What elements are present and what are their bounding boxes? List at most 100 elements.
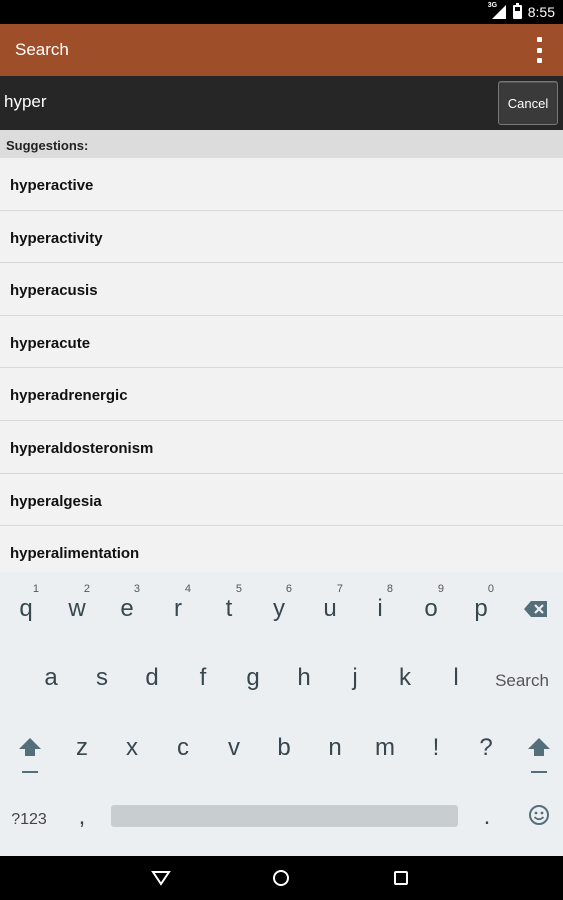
- key-char: f: [199, 664, 207, 691]
- key-hint: 8: [386, 583, 393, 595]
- key-t[interactable]: 5t: [214, 583, 244, 622]
- battery-icon: [512, 3, 522, 19]
- symbols-key[interactable]: ?123: [6, 808, 52, 832]
- suggestion-item[interactable]: hyperactive: [0, 158, 563, 211]
- key-z[interactable]: z: [67, 736, 97, 760]
- key-char: t: [225, 595, 233, 622]
- key-label: ?123: [11, 811, 47, 828]
- suggestion-item[interactable]: hyperaldosteronism: [0, 421, 563, 474]
- key-o[interactable]: 9o: [416, 583, 446, 621]
- cancel-button[interactable]: Cancel: [498, 81, 558, 125]
- clock: 8:55: [527, 4, 555, 20]
- key-hint: 0: [487, 583, 494, 595]
- key-char: h: [297, 664, 311, 691]
- search-input[interactable]: [4, 86, 488, 118]
- key-i[interactable]: 8i: [365, 583, 395, 622]
- key-m[interactable]: m: [370, 736, 400, 760]
- key-y[interactable]: 6y: [264, 583, 294, 622]
- overflow-menu-icon[interactable]: [533, 37, 545, 63]
- key-s[interactable]: s: [87, 666, 117, 690]
- key-period[interactable]: .: [472, 805, 502, 829]
- key-q[interactable]: 1q: [11, 583, 41, 622]
- key-hint: 7: [336, 583, 343, 595]
- back-nav-icon[interactable]: [141, 856, 181, 900]
- key-hint: 9: [437, 583, 444, 595]
- key-char: i: [377, 595, 383, 622]
- emoji-icon[interactable]: [524, 803, 554, 829]
- suggestion-item[interactable]: hyperalimentation: [0, 526, 563, 572]
- key-hint: 6: [285, 583, 292, 595]
- key-j[interactable]: j: [340, 666, 370, 690]
- key-hint: 1: [32, 583, 39, 595]
- key-exclamation[interactable]: !: [421, 736, 451, 760]
- key-b[interactable]: b: [269, 736, 299, 760]
- suggestion-text: hyperaldosteronism: [10, 439, 154, 457]
- suggestion-text: hyperacusis: [10, 282, 98, 300]
- key-char: r: [174, 595, 182, 622]
- key-char: m: [375, 734, 395, 761]
- key-x[interactable]: x: [117, 736, 147, 760]
- key-a[interactable]: a: [36, 666, 66, 690]
- key-question[interactable]: ?: [471, 736, 501, 760]
- key-char: g: [246, 664, 260, 691]
- key-char: d: [145, 664, 159, 691]
- key-d[interactable]: d: [137, 666, 167, 690]
- suggestion-item[interactable]: hyperalgesia: [0, 474, 563, 527]
- suggestion-text: hyperactivity: [10, 229, 103, 247]
- suggestion-item[interactable]: hyperacute: [0, 316, 563, 369]
- key-hint: 5: [235, 583, 242, 595]
- key-r[interactable]: 4r: [163, 583, 193, 622]
- key-w[interactable]: 2w: [62, 583, 92, 622]
- key-g[interactable]: g: [238, 666, 268, 690]
- status-icons: 3G 8:55: [487, 0, 555, 24]
- key-n[interactable]: n: [320, 736, 350, 760]
- key-char: y: [273, 595, 285, 622]
- search-action-key[interactable]: Search: [490, 669, 554, 693]
- navigation-bar: [0, 856, 563, 900]
- key-char: ?: [479, 734, 493, 761]
- space-bar[interactable]: [111, 805, 458, 827]
- app-bar: Search: [0, 24, 563, 76]
- key-char: s: [96, 664, 108, 691]
- key-k[interactable]: k: [390, 666, 420, 690]
- shift-icon[interactable]: [524, 736, 554, 776]
- key-p[interactable]: 0p: [466, 583, 496, 622]
- suggestion-text: hyperalgesia: [10, 492, 102, 510]
- key-char: c: [177, 734, 189, 761]
- key-h[interactable]: h: [289, 666, 319, 690]
- soft-keyboard: 1q 2w 3e 4r 5t 6y 7u 8i 9o 0p a s d f g …: [0, 572, 563, 856]
- key-char: p: [474, 595, 488, 622]
- key-e[interactable]: 3e: [112, 583, 142, 621]
- key-char: k: [399, 664, 411, 691]
- suggestions-label: Suggestions:: [6, 138, 89, 153]
- key-char: a: [44, 664, 58, 691]
- status-bar: 3G 8:55: [0, 0, 563, 24]
- key-label: Search: [495, 671, 549, 690]
- key-char: n: [328, 734, 342, 761]
- key-v[interactable]: v: [219, 736, 249, 760]
- key-char: l: [453, 664, 459, 691]
- key-char: .: [483, 803, 491, 830]
- suggestion-text: hyperadrenergic: [10, 387, 128, 405]
- key-char: b: [277, 734, 291, 761]
- shift-icon[interactable]: [15, 736, 45, 776]
- key-f[interactable]: f: [188, 666, 218, 690]
- key-char: q: [19, 595, 33, 622]
- key-u[interactable]: 7u: [315, 583, 345, 622]
- key-char: w: [68, 595, 86, 622]
- key-l[interactable]: l: [441, 666, 471, 690]
- suggestion-list: hyperactive hyperactivity hyperacusis hy…: [0, 158, 563, 572]
- key-hint: 3: [133, 583, 140, 595]
- network-type-label: 3G: [487, 2, 498, 9]
- key-char: u: [323, 595, 337, 622]
- suggestion-item[interactable]: hyperacusis: [0, 263, 563, 316]
- key-c[interactable]: c: [168, 736, 198, 760]
- key-hint: 4: [184, 583, 191, 595]
- suggestion-item[interactable]: hyperactivity: [0, 211, 563, 264]
- key-comma[interactable]: ,: [67, 805, 97, 829]
- key-char: j: [352, 664, 358, 691]
- backspace-icon[interactable]: [521, 598, 551, 620]
- home-nav-icon[interactable]: [261, 856, 301, 900]
- recents-nav-icon[interactable]: [381, 856, 421, 900]
- suggestion-item[interactable]: hyperadrenergic: [0, 368, 563, 421]
